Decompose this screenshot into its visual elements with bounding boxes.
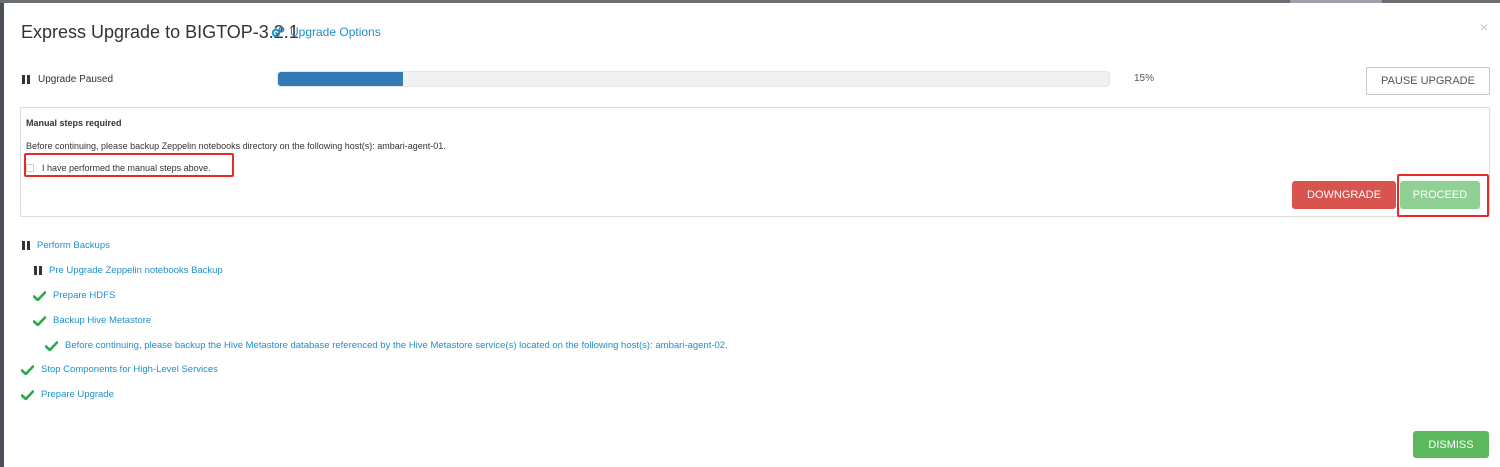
upgrade-status: Upgrade Paused (22, 74, 113, 85)
manual-steps-checkbox[interactable] (26, 164, 34, 172)
pause-icon (34, 266, 42, 275)
upgrade-progress-bar (277, 71, 1110, 87)
proceed-button[interactable]: PROCEED (1400, 181, 1480, 209)
upgrade-modal: Express Upgrade to BIGTOP-3.2.1 Upgrade … (4, 3, 1500, 467)
step-label: Backup Hive Metastore (53, 315, 152, 326)
step-label: Pre Upgrade Zeppelin notebooks Backup (49, 265, 223, 276)
check-icon (33, 290, 46, 301)
pause-icon (22, 241, 30, 250)
manual-steps-panel: Manual steps required Before continuing,… (20, 107, 1490, 217)
upgrade-progress-fill (278, 72, 403, 86)
step-backup-hive-metastore[interactable]: Backup Hive Metastore (33, 315, 151, 326)
downgrade-button[interactable]: DOWNGRADE (1292, 181, 1396, 209)
upgrade-options-label: Upgrade Options (290, 25, 381, 39)
modal-title: Express Upgrade to BIGTOP-3.2.1 (21, 22, 299, 42)
step-backup-hive-metastore-manual[interactable]: Before continuing, please backup the Hiv… (45, 340, 728, 351)
step-prepare-hdfs[interactable]: Prepare HDFS (33, 290, 115, 301)
check-icon (45, 340, 58, 351)
step-label: Before continuing, please backup the Hiv… (65, 340, 728, 351)
step-label: Prepare Upgrade (41, 389, 114, 400)
step-label: Stop Components for High-Level Services (41, 364, 218, 375)
pause-icon (22, 75, 30, 84)
step-perform-backups[interactable]: Perform Backups (22, 240, 110, 251)
upgrade-options-link[interactable]: Upgrade Options (271, 25, 381, 39)
step-prepare-upgrade[interactable]: Prepare Upgrade (21, 389, 114, 400)
gears-icon (271, 26, 285, 38)
close-icon[interactable]: × (1480, 19, 1488, 35)
upgrade-status-text: Upgrade Paused (38, 74, 114, 85)
pause-upgrade-button[interactable]: PAUSE UPGRADE (1366, 67, 1490, 95)
step-stop-high-level-services[interactable]: Stop Components for High-Level Services (21, 364, 218, 375)
check-icon (33, 315, 46, 326)
check-icon (21, 364, 34, 375)
manual-steps-confirm[interactable]: I have performed the manual steps above. (26, 163, 211, 173)
step-pre-upgrade-zeppelin-backup[interactable]: Pre Upgrade Zeppelin notebooks Backup (34, 265, 223, 276)
manual-steps-title: Manual steps required (26, 118, 122, 128)
step-label: Perform Backups (37, 240, 110, 251)
manual-steps-message: Before continuing, please backup Zeppeli… (26, 141, 446, 151)
upgrade-progress-percent: 15% (1134, 73, 1155, 84)
check-icon (21, 389, 34, 400)
manual-steps-checkbox-label: I have performed the manual steps above. (42, 163, 211, 173)
step-label: Prepare HDFS (53, 290, 116, 301)
dismiss-button[interactable]: DISMISS (1413, 431, 1489, 458)
